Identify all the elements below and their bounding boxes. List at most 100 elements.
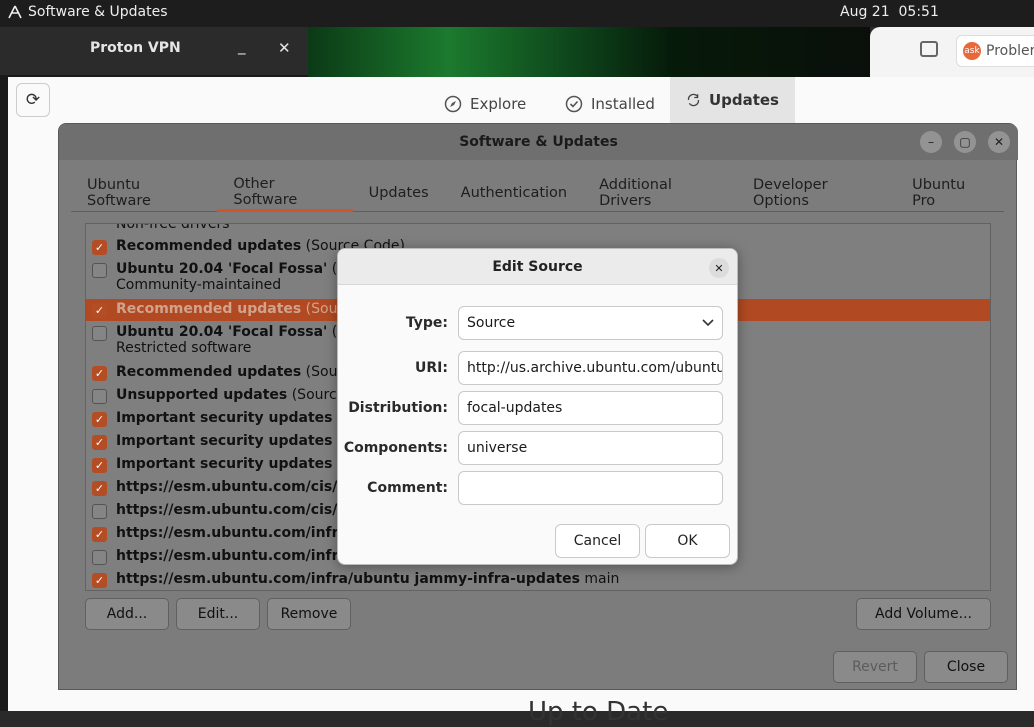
source-checkbox[interactable]: ✓ [92,458,107,473]
source-name: Ubuntu 20.04 'Focal Fossa' [116,324,328,340]
source-name: Unsupported updates [116,387,288,403]
source-text: Ubuntu 20.04 'Focal Fossa' (SourCommunit… [116,261,369,293]
clock[interactable]: Aug 21 05:51 [840,4,939,20]
tab-explore[interactable]: Explore [428,85,542,123]
sync-icon [687,93,700,107]
source-name: https://esm.ubuntu.com/cis/ubu [116,479,368,495]
source-text: Important security updates (Sou [116,410,369,426]
source-text: Ubuntu 20.04 'Focal Fossa' (SourRestrict… [116,324,369,356]
tab-other-software[interactable]: Other Software [217,174,353,212]
minimize-button[interactable]: _ [238,37,246,55]
tab-ubuntu-software[interactable]: Ubuntu Software [71,174,217,212]
source-text: Unsupported updates (Source Co [116,387,368,403]
ask-icon: ask [963,42,981,60]
settings-tabs: Ubuntu Software Other Software Updates A… [71,174,1004,212]
source-text: Recommended updates (Source [116,301,359,317]
source-checkbox[interactable] [92,263,107,278]
tab-developer-options[interactable]: Developer Options [737,174,896,212]
wallpaper-image [308,27,870,77]
dialog-title: Software & Updates [59,124,1018,160]
cancel-button[interactable]: Cancel [555,524,640,558]
close-window-button[interactable]: ✕ [988,131,1010,153]
type-dropdown-value: Source [467,315,516,331]
list-item[interactable]: ✓ https://esm.ubuntu.com/infra/ubuntu jam… [86,571,990,588]
components-field[interactable]: universe [458,431,723,465]
uri-field[interactable]: http://us.archive.ubuntu.com/ubuntu [458,351,723,385]
tab-installed[interactable]: Installed [549,85,671,123]
close-icon: ✕ [714,261,724,275]
source-name: Non-free drivers [116,223,230,232]
source-text: Important security updates (Sou [116,433,369,449]
source-text: https://esm.ubuntu.com/cis/ubu [116,479,367,495]
source-checkbox[interactable] [92,550,107,565]
browser-window[interactable]: ask Probler [870,27,1034,77]
browser-tab-label: Probler [986,43,1034,59]
source-subtitle: Restricted software [116,340,252,356]
revert-button[interactable]: Revert [833,651,917,683]
tab-updates[interactable]: Updates [670,77,795,123]
source-name: Recommended updates [116,301,302,317]
comment-field[interactable] [458,471,723,505]
refresh-button[interactable]: ⟳ [16,83,50,117]
source-checkbox[interactable] [92,326,107,341]
components-label: Components: [343,440,448,456]
chevron-down-icon [702,319,714,327]
add-volume-button[interactable]: Add Volume... [856,598,991,630]
source-checkbox[interactable]: ✓ [92,527,107,542]
type-dropdown[interactable]: Source [458,306,723,340]
distribution-label: Distribution: [348,400,448,416]
source-text: Non-free drivers [116,223,230,232]
source-checkbox[interactable]: ✓ [92,240,107,255]
source-name: Recommended updates [116,238,302,254]
refresh-icon: ⟳ [25,90,41,110]
distribution-field[interactable]: focal-updates [458,391,723,425]
tab-additional-drivers[interactable]: Additional Drivers [583,174,737,212]
tab-updates[interactable]: Updates [353,174,445,212]
source-name: https://esm.ubuntu.com/infra/ubuntu jamm… [116,571,580,587]
tab-ubuntu-pro[interactable]: Ubuntu Pro [896,174,1004,212]
source-checkbox[interactable] [92,504,107,519]
tab-authentication[interactable]: Authentication [445,174,583,212]
source-name: Recommended updates [116,364,302,380]
tab-overview-icon[interactable] [920,41,938,57]
source-checkbox[interactable] [92,389,107,404]
dialog-title-text: Software & Updates [459,134,618,150]
tab-explore-label: Explore [470,95,527,113]
source-checkbox[interactable]: ✓ [92,412,107,427]
source-name: https://esm.ubuntu.com/infra/u [116,548,364,564]
edit-source-title: Edit Source [492,258,583,275]
browser-tab[interactable]: ask Probler [956,35,1034,67]
source-name: Important security updates [116,456,333,472]
source-text: Important security updates (Sou [116,456,369,472]
ok-button[interactable]: OK [645,524,730,558]
close-dialog-button[interactable]: ✕ [709,258,729,278]
check-circle-icon [565,95,583,113]
source-text: Recommended updates (Source C [116,364,373,380]
close-button[interactable]: Close [924,651,1008,683]
minimize-button[interactable]: – [920,131,942,153]
compass-icon [444,95,462,113]
source-checkbox[interactable]: ✓ [92,573,107,588]
remove-button[interactable]: Remove [267,598,351,630]
close-button[interactable]: ✕ [278,39,291,57]
source-checkbox[interactable]: ✓ [92,481,107,496]
clock-date: Aug 21 [840,4,890,20]
vpn-title: Proton VPN [90,40,181,56]
source-text: https://esm.ubuntu.com/infra/u [116,525,363,541]
list-item[interactable]: Non-free drivers [86,223,990,233]
vpn-window[interactable]: Proton VPN _ ✕ [0,27,308,75]
add-button[interactable]: Add... [85,598,169,630]
uri-label: URI: [415,360,448,376]
source-checkbox[interactable]: ✓ [92,303,107,318]
update-status-text: Up to Date [528,697,669,727]
source-checkbox[interactable]: ✓ [92,435,107,450]
comment-label: Comment: [367,480,448,496]
maximize-button[interactable]: ▢ [954,131,976,153]
source-subtitle: Community-maintained [116,277,282,293]
edit-button[interactable]: Edit... [176,598,260,630]
app-title: Software & Updates [28,4,168,20]
active-app-indicator[interactable]: Software & Updates [8,4,168,20]
source-checkbox[interactable]: ✓ [92,366,107,381]
type-label: Type: [405,315,448,331]
source-name: Ubuntu 20.04 'Focal Fossa' [116,261,328,277]
